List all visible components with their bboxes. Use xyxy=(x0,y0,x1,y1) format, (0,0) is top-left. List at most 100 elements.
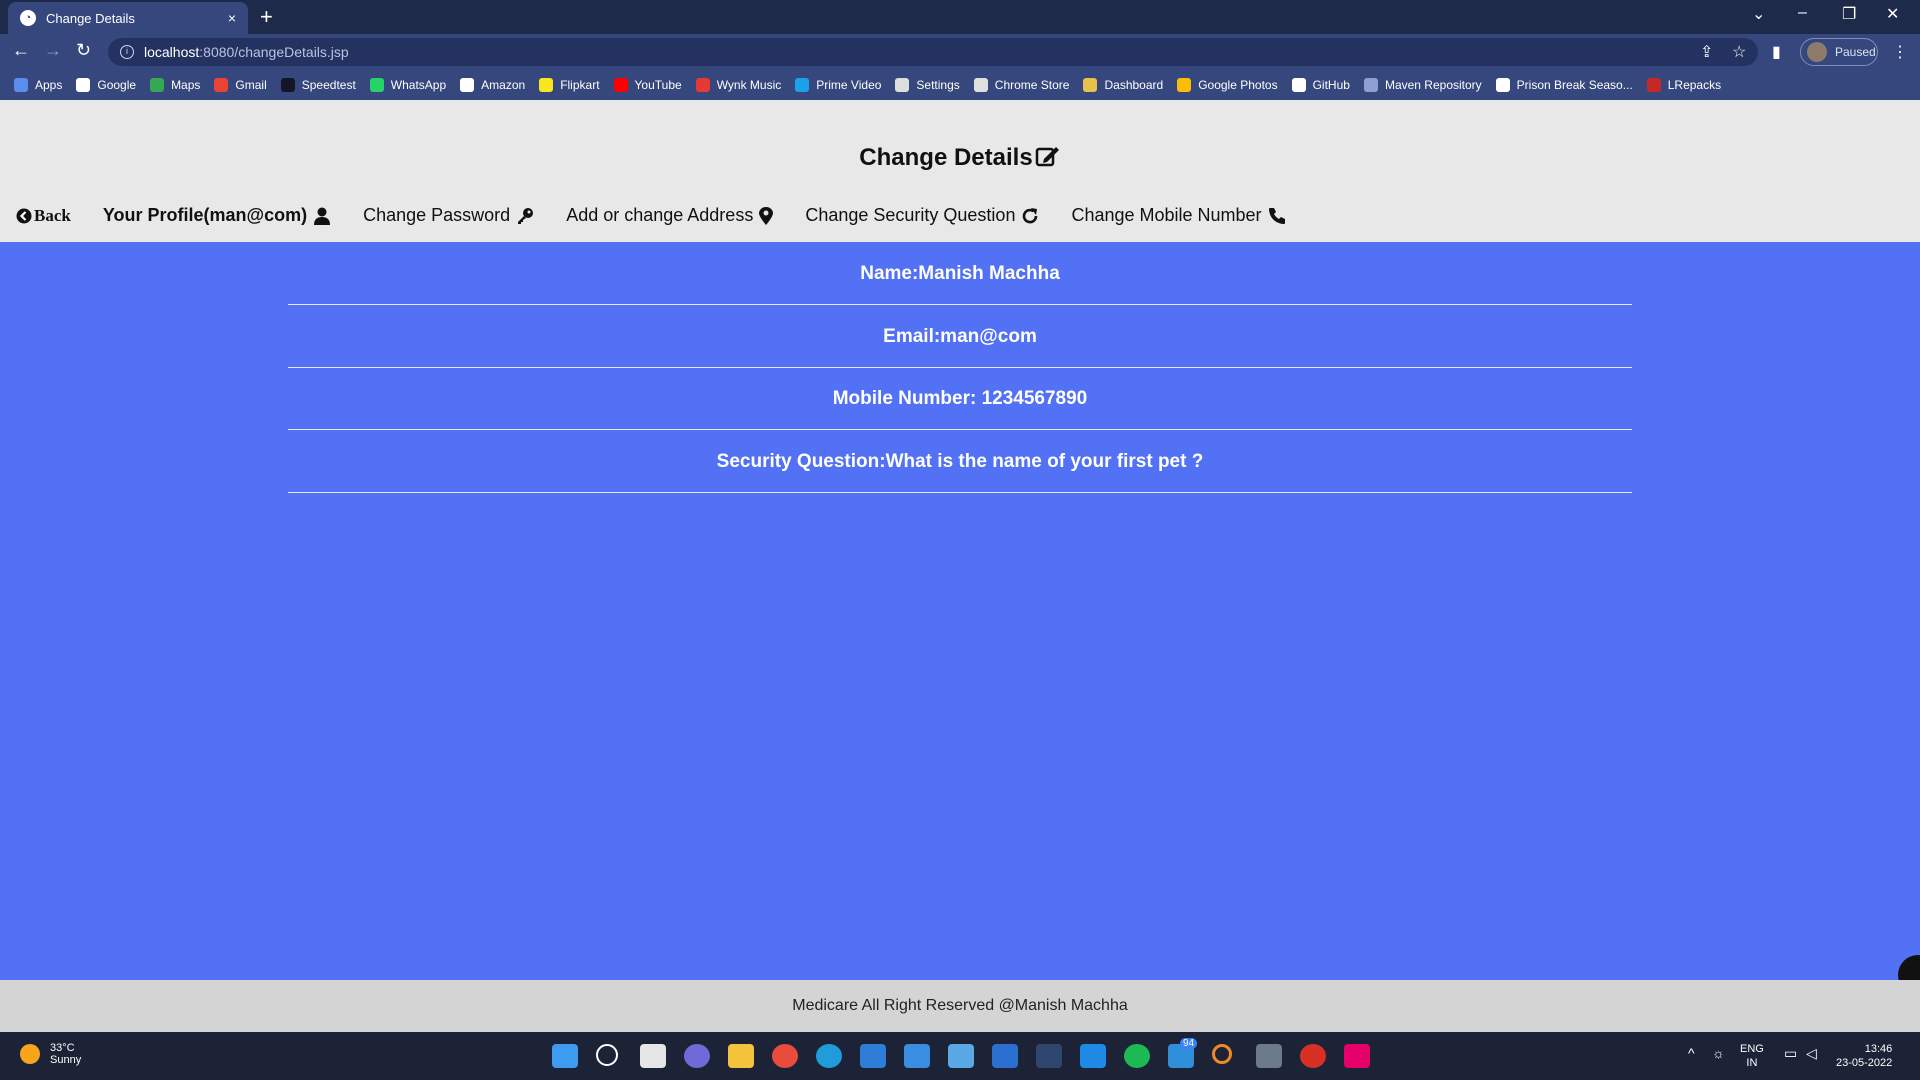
store-icon[interactable] xyxy=(860,1044,886,1068)
bookmark-item[interactable]: Dashboard xyxy=(1083,78,1163,92)
intellij-icon[interactable] xyxy=(1344,1044,1370,1068)
mail-icon[interactable] xyxy=(904,1044,930,1068)
bookmark-item[interactable]: Settings xyxy=(895,78,960,92)
nav-change-mobile[interactable]: Change Mobile Number xyxy=(1071,205,1285,226)
tab-close-icon[interactable]: × xyxy=(228,10,236,26)
back-arrow-icon[interactable]: ← xyxy=(12,40,30,61)
tab-favicon-icon: ◔ xyxy=(20,10,36,26)
settings-gear-icon xyxy=(895,78,910,92)
gmail-icon xyxy=(214,78,229,92)
clock[interactable]: 13:46 23-05-2022 xyxy=(1836,1042,1892,1070)
volume-icon[interactable]: ◁ xyxy=(1806,1046,1817,1060)
menu-dots-icon[interactable]: ⋮ xyxy=(1892,42,1908,62)
nav-change-password[interactable]: Change Password xyxy=(363,205,534,226)
bookmark-label: Amazon xyxy=(481,78,526,92)
new-tab-icon[interactable]: + xyxy=(260,4,273,30)
weather-condition: Sunny xyxy=(50,1054,82,1066)
calculator-icon[interactable] xyxy=(1256,1044,1282,1068)
edge-icon[interactable] xyxy=(816,1044,842,1068)
chrome-icon[interactable] xyxy=(772,1044,798,1068)
spotify-icon[interactable] xyxy=(1124,1044,1150,1068)
teams-chat-icon[interactable] xyxy=(684,1044,710,1068)
bookmark-item[interactable]: Flipkart xyxy=(539,78,600,92)
page-header: Change Details Back Your Profile(man@com… xyxy=(0,100,1920,242)
file-explorer-icon[interactable] xyxy=(728,1044,754,1068)
nav-your-profile-label: Your Profile(man@com) xyxy=(102,205,308,225)
start-icon[interactable] xyxy=(552,1044,578,1068)
nav-change-mobile-label: Change Mobile Number xyxy=(1071,205,1262,225)
bookmark-item[interactable]: Apps xyxy=(14,78,62,92)
browser-toolbar: ← → ↻ i localhost:8080/changeDetails.jsp… xyxy=(0,34,1920,70)
brightness-icon[interactable]: ☼ xyxy=(1712,1046,1725,1060)
restore-icon[interactable]: ❐ xyxy=(1842,4,1856,24)
side-panel-icon[interactable]: ▮ xyxy=(1772,42,1781,62)
bookmarks-bar: Apps Google Maps Gmail Speedtest WhatsApp Amaz… xyxy=(0,70,1920,100)
youtube-icon xyxy=(613,78,628,92)
detail-mobile: Mobile Number: 1234567890 xyxy=(288,367,1632,430)
browser-tab-strip: ◔ Change Details × + ⌄ – ❐ ✕ xyxy=(0,0,1920,34)
dashboard-icon xyxy=(1083,78,1098,92)
bookmark-label: Maven Repository xyxy=(1384,78,1482,92)
vscode-icon[interactable] xyxy=(1080,1044,1106,1068)
bookmark-item[interactable]: Speedtest xyxy=(280,78,356,92)
refresh-icon xyxy=(1023,207,1038,223)
bookmark-label: Flipkart xyxy=(560,78,600,92)
bookmark-item[interactable]: GitHub xyxy=(1291,78,1350,92)
nav-change-security-question-label: Change Security Question xyxy=(805,205,1016,225)
address-bar[interactable]: i localhost:8080/changeDetails.jsp xyxy=(108,38,1758,66)
magnifier-app-icon[interactable] xyxy=(1212,1044,1232,1064)
language-indicator[interactable]: ENG IN xyxy=(1740,1042,1764,1070)
nav-your-profile[interactable]: Your Profile(man@com) xyxy=(103,205,331,226)
bookmark-item[interactable]: WhatsApp xyxy=(369,78,446,92)
network-icon[interactable]: ▭ xyxy=(1784,1046,1797,1060)
powershell-icon[interactable] xyxy=(992,1044,1018,1068)
site-info-icon[interactable]: i xyxy=(120,45,134,59)
bookmark-label: Gmail xyxy=(235,78,267,92)
url-host: localhost xyxy=(144,44,200,60)
forward-arrow-icon[interactable]: → xyxy=(44,40,62,61)
minimize-icon[interactable]: – xyxy=(1798,4,1807,22)
nav-change-security-question[interactable]: Change Security Question xyxy=(805,205,1039,226)
reload-icon[interactable]: ↻ xyxy=(76,40,91,61)
google-photos-icon xyxy=(1177,78,1192,92)
profile-button[interactable]: Paused xyxy=(1800,38,1878,66)
bookmark-item[interactable]: LRepacks xyxy=(1646,78,1721,92)
browser-tab[interactable]: ◔ Change Details × xyxy=(8,2,248,34)
windows-taskbar: 33°C Sunny 94 ^ ☼ ENG IN ▭ ◁ 13:46 23-05… xyxy=(0,1032,1920,1080)
bookmark-item[interactable]: YouTube xyxy=(613,78,682,92)
window-close-icon[interactable]: ✕ xyxy=(1886,4,1899,24)
tab-title: Change Details xyxy=(46,10,135,26)
back-link[interactable]: Back xyxy=(16,206,71,226)
bookmark-item[interactable]: Google xyxy=(76,78,136,92)
bookmark-star-icon[interactable]: ☆ xyxy=(1732,42,1746,62)
search-icon[interactable] xyxy=(596,1044,618,1066)
bookmark-label: Prime Video xyxy=(816,78,882,92)
bookmark-label: Prison Break Seaso... xyxy=(1516,78,1633,92)
remote-desktop-icon[interactable] xyxy=(948,1044,974,1068)
avatar xyxy=(1807,42,1827,62)
bookmark-label: Google xyxy=(97,78,137,92)
amazon-icon xyxy=(460,78,475,92)
bookmark-item[interactable]: Prime Video xyxy=(795,78,881,92)
nav-change-address[interactable]: Add or change Address xyxy=(566,205,774,226)
tab-search-chevron-icon[interactable]: ⌄ xyxy=(1752,4,1765,24)
bookmark-item[interactable]: Wynk Music xyxy=(695,78,781,92)
page-title: Change Details xyxy=(0,144,1920,175)
eclipse-icon[interactable] xyxy=(1036,1044,1062,1068)
tray-chevron-icon[interactable]: ^ xyxy=(1688,1046,1695,1060)
postman-icon[interactable] xyxy=(1300,1044,1326,1068)
page-footer: Medicare All Right Reserved @Manish Mach… xyxy=(0,980,1920,1032)
bookmark-item[interactable]: Amazon xyxy=(460,78,525,92)
maven-icon xyxy=(1363,78,1378,92)
sun-icon xyxy=(20,1044,40,1064)
wynk-icon xyxy=(695,78,710,92)
bookmark-item[interactable]: Gmail xyxy=(214,78,267,92)
bookmark-item[interactable]: Maps xyxy=(150,78,200,92)
bookmark-item[interactable]: Prison Break Seaso... xyxy=(1495,78,1633,92)
weather-widget[interactable]: 33°C Sunny xyxy=(20,1042,81,1066)
bookmark-item[interactable]: Chrome Store xyxy=(973,78,1069,92)
share-icon[interactable]: ⇪ xyxy=(1700,42,1713,62)
bookmark-item[interactable]: Maven Repository xyxy=(1363,78,1482,92)
bookmark-item[interactable]: Google Photos xyxy=(1177,78,1278,92)
task-view-icon[interactable] xyxy=(640,1044,666,1068)
